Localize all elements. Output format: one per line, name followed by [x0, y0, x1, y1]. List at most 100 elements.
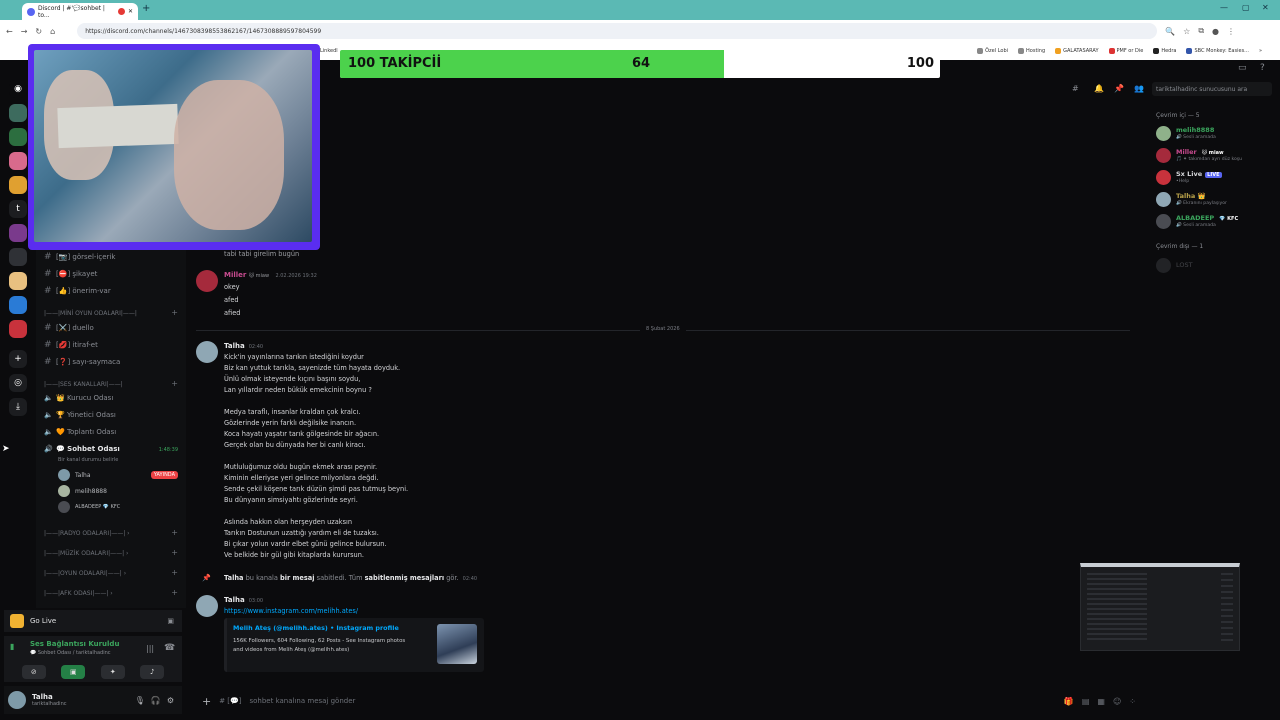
close-tab-icon[interactable]: ✕ [128, 8, 133, 15]
close-window-icon[interactable]: ✕ [1262, 3, 1269, 12]
add-server-icon[interactable]: + [9, 350, 27, 368]
server-icon[interactable] [9, 296, 27, 314]
help-icon[interactable]: ? [1260, 63, 1265, 73]
new-tab-icon[interactable]: + [142, 3, 150, 14]
server-icon[interactable] [9, 128, 27, 146]
maximize-icon[interactable]: ▢ [1242, 3, 1250, 12]
emoji-icon[interactable]: ☺ [1113, 697, 1121, 706]
menu-icon[interactable]: ⋮ [1227, 27, 1235, 36]
bookmark-linkedin[interactable]: Linkedl [320, 48, 338, 54]
add-channel-icon[interactable]: + [171, 308, 178, 317]
category-muzik[interactable]: |——|MÜZİK ODALARI|——| › [44, 550, 128, 557]
member-lost[interactable]: LOST [1156, 258, 1193, 273]
embed-thumbnail[interactable] [437, 624, 477, 664]
screen-preview-thumbnail[interactable] [1080, 563, 1240, 651]
add-channel-icon[interactable]: + [171, 379, 178, 388]
message-input[interactable]: sohbet kanalına mesaj gönder [250, 697, 356, 705]
add-channel-icon[interactable]: + [171, 548, 178, 557]
camera-off-button[interactable]: ⊘ [21, 665, 46, 679]
avatar[interactable] [196, 595, 218, 617]
microphone-icon[interactable]: 🎙 [135, 696, 145, 705]
channel-onerim-var[interactable]: # [👍] önerim-var [44, 286, 111, 296]
bookmark-pmf[interactable]: PMF or Die [1108, 48, 1143, 54]
add-channel-icon[interactable]: + [171, 568, 178, 577]
channel-gorsel-icerik[interactable]: # [📷] görsel-içerik [44, 252, 115, 262]
category-ses-kanallari[interactable]: |——|SES KANALLARI|——| [44, 381, 123, 388]
server-icon[interactable] [9, 176, 27, 194]
member-item[interactable]: Sx Live LIVE •Help [1156, 170, 1222, 185]
browser-tab[interactable]: Discord | #'💬sohbet | to... ✕ [22, 3, 138, 20]
pin-icon[interactable]: 📌 [1114, 84, 1124, 93]
minimize-icon[interactable]: — [1220, 3, 1228, 12]
server-icon[interactable] [9, 104, 27, 122]
bookmark-star-icon[interactable]: ☆ [1183, 27, 1190, 36]
inbox-icon[interactable]: ▭ [1238, 63, 1247, 73]
voice-channel-kurucu[interactable]: 🔈 👑 Kurucu Odası [44, 394, 113, 402]
url-input[interactable]: https://discord.com/channels/14673083985… [77, 23, 1158, 39]
message-author[interactable]: Talha 03:00 [224, 596, 263, 604]
zoom-icon[interactable]: 🔍 [1165, 27, 1175, 36]
member-list-icon[interactable]: 👥 [1134, 84, 1144, 93]
bookmark-hosting[interactable]: Hosting [1018, 48, 1045, 54]
bookmark-sbc[interactable]: SBC Monkey: Easies... [1186, 48, 1249, 54]
server-icon[interactable] [9, 272, 27, 290]
disconnect-icon[interactable]: ☎ [164, 643, 175, 653]
voice-user-albadeep[interactable]: ALBADEEP 💎 KFC [58, 501, 120, 513]
message-author[interactable]: Talha 02:40 [224, 342, 263, 350]
instagram-link[interactable]: https://www.instagram.com/melihh.ates/ [224, 607, 358, 615]
voice-channel-toplanti[interactable]: 🔈 🧡 Toplantı Odası [44, 428, 116, 436]
voice-channel-sohbet-active[interactable]: 🔊 💬 Sohbet Odası [44, 445, 120, 453]
profile-icon[interactable]: ● [1212, 27, 1219, 36]
member-item[interactable]: Talha 👑 🔊 Ekranını paylaşıyor [1156, 192, 1227, 207]
server-icon[interactable] [9, 320, 27, 338]
avatar[interactable] [196, 341, 218, 363]
channel-sikayet[interactable]: # [⛔] şikayet [44, 269, 97, 279]
avatar[interactable] [196, 270, 218, 292]
voice-channel-yonetici[interactable]: 🔈 🏆 Yönetici Odası [44, 411, 116, 419]
notification-bell-icon[interactable]: 🔔 [1094, 84, 1104, 93]
bookmark-ozel-lobi[interactable]: Özel Lobi [977, 48, 1008, 54]
bookmark-galatasaray[interactable]: GALATASARAY [1055, 48, 1099, 54]
gif-icon[interactable]: ▤ [1082, 697, 1090, 706]
embed-title[interactable]: Melih Ateş (@melihh.ates) • Instagram pr… [233, 624, 399, 632]
category-afk[interactable]: |——|AFK ODASI|——| › [44, 590, 113, 597]
channel-duello[interactable]: # [⚔️] duello [44, 323, 94, 333]
sticker-icon[interactable]: ▦ [1097, 697, 1105, 706]
category-radyo[interactable]: |——|RADYO ODALARI|——| › [44, 530, 130, 537]
channel-itiraf-et[interactable]: # [💋] itiraf-et [44, 340, 98, 350]
discord-home-icon[interactable]: ◉ [9, 80, 27, 98]
extensions-icon[interactable]: ⧉ [1198, 26, 1204, 36]
settings-gear-icon[interactable]: ⚙ [167, 696, 174, 705]
soundboard-button[interactable]: ♪ [140, 665, 165, 679]
server-icon[interactable] [9, 248, 27, 266]
reload-icon[interactable]: ↻ [35, 27, 42, 36]
channel-sayi-saymaca[interactable]: # [❓] sayı-saymaca [44, 357, 120, 367]
threads-icon[interactable]: # [1072, 84, 1079, 93]
connection-title[interactable]: Ses Bağlantısı Kuruldu [30, 640, 119, 648]
member-item[interactable]: Miller 🐱 miaw 🎵 ✦ takımdan ayrı düz koşu [1156, 148, 1242, 163]
discover-icon[interactable]: ◎ [9, 374, 27, 392]
bookmark-hedra[interactable]: Hedra [1153, 48, 1176, 54]
add-channel-icon[interactable]: + [171, 528, 178, 537]
category-mini-oyun[interactable]: |——|MİNİ OYUN ODALARI|——| [44, 310, 137, 317]
headphones-icon[interactable]: 🎧 [151, 696, 161, 705]
screen-share-button[interactable]: ▣ [61, 665, 86, 679]
message-author[interactable]: Miller 🐱 miaw 2.02.2026 19:32 [224, 271, 317, 279]
apps-icon[interactable]: ⁘ [1129, 697, 1136, 706]
all-bookmarks-icon[interactable]: » [1259, 48, 1262, 54]
avatar[interactable] [8, 691, 26, 709]
search-input[interactable]: tariktalhadinc sunucusunu ara [1152, 82, 1272, 96]
member-item[interactable]: ALBADEEP 💎 KFC 🔊 Sesli aramada [1156, 214, 1240, 229]
noise-icon[interactable]: ||| [146, 644, 154, 653]
home-icon[interactable]: ⌂ [50, 27, 55, 36]
screen-share-icon[interactable]: ▣ [167, 617, 174, 625]
attach-plus-icon[interactable]: + [202, 695, 211, 708]
gift-icon[interactable]: 🎁 [1064, 697, 1074, 706]
forward-icon[interactable]: → [21, 27, 28, 36]
server-icon[interactable]: t [9, 200, 27, 218]
category-oyun[interactable]: |——|OYUN ODALARI|——| › [44, 570, 126, 577]
back-icon[interactable]: ← [6, 27, 13, 36]
member-item[interactable]: melih8888 🔊 Sesli aramada [1156, 126, 1216, 141]
voice-status-prompt[interactable]: Bir kanal durumu belirle [58, 457, 118, 463]
go-live-bar[interactable]: Go Live ▣ [4, 610, 182, 632]
